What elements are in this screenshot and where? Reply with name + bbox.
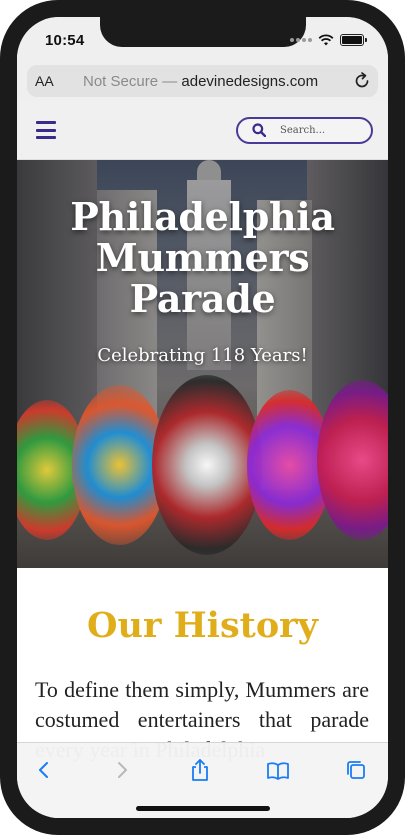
history-heading: Our History bbox=[87, 605, 318, 646]
url-separator: — bbox=[158, 73, 182, 90]
browser-toolbar bbox=[17, 742, 388, 818]
bookmarks-button[interactable] bbox=[263, 757, 293, 783]
text-size-label: AA bbox=[35, 73, 54, 89]
hero-costume-3 bbox=[152, 375, 262, 555]
reload-icon[interactable] bbox=[352, 71, 372, 91]
hamburger-icon[interactable] bbox=[36, 121, 56, 139]
screen: 10:54 AA Not Secure — adevinedesigns.com bbox=[17, 17, 388, 818]
tabs-button[interactable] bbox=[341, 757, 371, 783]
hero-title-line-3: Parade bbox=[129, 276, 276, 321]
chevron-right-icon bbox=[118, 762, 127, 778]
hero-title: Philadelphia Mummers Parade bbox=[17, 196, 388, 319]
text-size-button[interactable]: AA bbox=[35, 73, 54, 89]
search-box[interactable] bbox=[236, 117, 373, 144]
hero-banner: Philadelphia Mummers Parade Celebrating … bbox=[17, 160, 388, 568]
home-indicator bbox=[136, 806, 270, 811]
security-label: Not Secure bbox=[83, 73, 159, 90]
battery-icon bbox=[340, 34, 367, 46]
share-button[interactable] bbox=[185, 757, 215, 783]
back-button[interactable] bbox=[29, 757, 59, 783]
url-host: adevinedesigns.com bbox=[181, 73, 319, 90]
hero-title-line-2: Mummers bbox=[95, 235, 310, 280]
book-icon bbox=[267, 762, 289, 780]
share-icon bbox=[192, 759, 208, 781]
search-input[interactable] bbox=[280, 122, 365, 139]
chevron-left-icon bbox=[39, 762, 48, 778]
site-header bbox=[17, 100, 388, 160]
hero-subtitle: Celebrating 118 Years! bbox=[97, 345, 308, 366]
notch bbox=[100, 17, 306, 47]
status-bar: 10:54 bbox=[17, 17, 388, 61]
status-time: 10:54 bbox=[45, 32, 85, 49]
wifi-icon bbox=[318, 34, 334, 46]
signal-icon bbox=[290, 38, 312, 42]
tabs-icon bbox=[347, 761, 365, 779]
phone-frame: 10:54 AA Not Secure — adevinedesigns.com bbox=[0, 0, 405, 835]
status-icons bbox=[290, 34, 367, 46]
url-field[interactable]: AA Not Secure — adevinedesigns.com bbox=[27, 65, 378, 97]
search-icon[interactable] bbox=[252, 123, 266, 137]
hero-title-line-1: Philadelphia bbox=[70, 194, 335, 239]
url-text[interactable]: Not Secure — adevinedesigns.com bbox=[83, 73, 318, 90]
forward-button[interactable] bbox=[107, 757, 137, 783]
